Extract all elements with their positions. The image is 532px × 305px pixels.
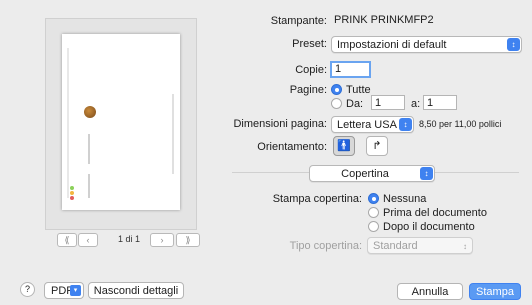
cover-option-none: Nessuna bbox=[383, 193, 427, 205]
preview-text-line bbox=[172, 94, 174, 174]
copies-label: Copie: bbox=[295, 64, 327, 76]
page-indicator: 1 di 1 bbox=[118, 234, 141, 244]
printer-label: Stampante: bbox=[270, 15, 327, 27]
preset-value: Impostazioni di default bbox=[337, 39, 447, 51]
cover-type-value: Standard bbox=[373, 240, 418, 252]
pages-from-label: Da: bbox=[346, 98, 364, 110]
preset-popup[interactable]: Impostazioni di default ↕ bbox=[331, 36, 522, 53]
cover-before-radio[interactable] bbox=[368, 207, 379, 218]
last-page-button[interactable]: ⟫ bbox=[176, 233, 200, 247]
preview-text-line bbox=[88, 134, 90, 164]
paper-size-popup[interactable]: Lettera USA ↕ bbox=[331, 116, 414, 133]
orientation-landscape-button[interactable]: ↱ bbox=[366, 136, 388, 156]
help-button[interactable]: ? bbox=[20, 282, 35, 297]
preview-dot-green bbox=[70, 186, 74, 190]
chevron-updown-icon: ↕ bbox=[507, 38, 520, 51]
orientation-portrait-button[interactable]: 🚹 bbox=[333, 136, 355, 156]
next-page-button[interactable]: › bbox=[150, 233, 174, 247]
paper-size-info: 8,50 per 11,00 pollici bbox=[419, 119, 502, 129]
chevron-down-icon: ▾ bbox=[70, 285, 81, 296]
chevron-updown-icon: ↕ bbox=[463, 242, 467, 251]
section-value: Copertina bbox=[341, 168, 389, 180]
cover-none-radio[interactable] bbox=[368, 193, 379, 204]
cover-option-before: Prima del documento bbox=[383, 207, 487, 219]
pages-to-label: a: bbox=[411, 98, 421, 110]
pages-range-radio[interactable] bbox=[331, 98, 342, 109]
pages-all-label: Tutte bbox=[346, 84, 371, 96]
paper-size-value: Lettera USA bbox=[337, 119, 397, 131]
pages-to-input[interactable]: 1 bbox=[423, 95, 457, 110]
cancel-button[interactable]: Annulla bbox=[397, 283, 463, 300]
pdf-menu-button[interactable]: PDF ▾ bbox=[44, 282, 84, 299]
preview-margin-line bbox=[67, 48, 69, 198]
hide-details-button[interactable]: Nascondi dettagli bbox=[88, 282, 184, 299]
preview-dot-red bbox=[70, 196, 74, 200]
preview-dot-yellow bbox=[70, 191, 74, 195]
landscape-icon: ↱ bbox=[372, 140, 382, 152]
printer-select[interactable]: PRINK PRINKMFP2 bbox=[334, 14, 434, 26]
pages-from-input[interactable]: 1 bbox=[371, 95, 405, 110]
chevron-updown-icon: ↕ bbox=[399, 118, 412, 131]
page-preview bbox=[62, 34, 180, 210]
paper-size-label: Dimensioni pagina: bbox=[233, 118, 327, 130]
first-page-button[interactable]: ⟪ bbox=[57, 233, 77, 247]
orientation-label: Orientamento: bbox=[257, 141, 327, 153]
previous-page-button[interactable]: ‹ bbox=[78, 233, 98, 247]
help-icon: ? bbox=[24, 284, 30, 294]
cover-label: Stampa copertina: bbox=[272, 193, 362, 205]
preview-image bbox=[84, 106, 96, 118]
pages-all-radio[interactable] bbox=[331, 84, 342, 95]
pages-label: Pagine: bbox=[289, 84, 327, 96]
printer-value: PRINK PRINKMFP2 bbox=[334, 14, 434, 26]
portrait-icon: 🚹 bbox=[337, 140, 351, 152]
cover-option-after: Dopo il documento bbox=[383, 221, 475, 233]
section-popup[interactable]: Copertina ↕ bbox=[309, 165, 435, 182]
cover-after-radio[interactable] bbox=[368, 221, 379, 232]
print-button[interactable]: Stampa bbox=[469, 283, 521, 300]
copies-input[interactable]: 1 bbox=[330, 61, 371, 78]
chevron-updown-icon: ↕ bbox=[420, 167, 433, 180]
cover-type-popup[interactable]: Standard ↕ bbox=[367, 237, 473, 254]
cover-type-label: Tipo copertina: bbox=[289, 240, 362, 252]
preview-text-line bbox=[88, 174, 90, 198]
preset-label: Preset: bbox=[292, 38, 327, 50]
